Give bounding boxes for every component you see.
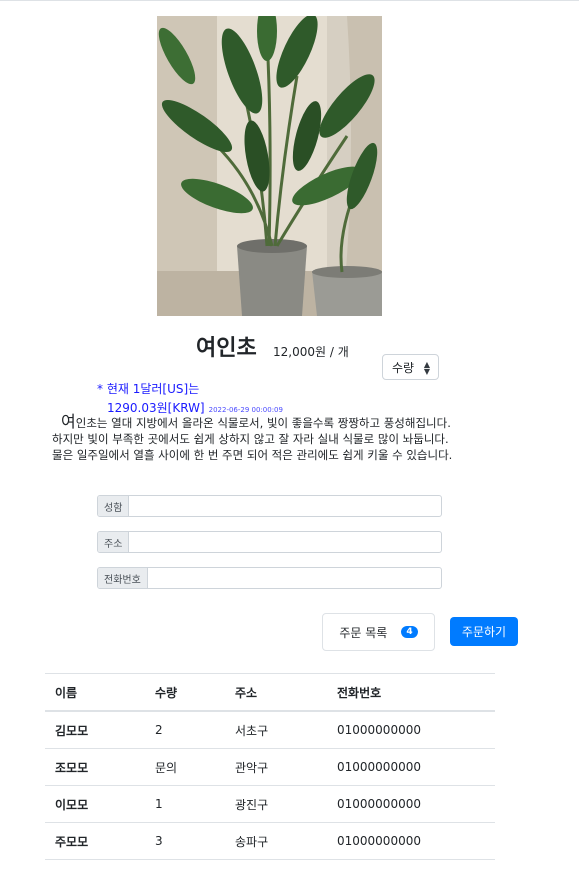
exchange-rate-label: * 현재 1달러[US]는 (97, 382, 200, 396)
cell-quantity: 1 (145, 785, 225, 823)
phone-field: 전화번호 (97, 567, 442, 589)
description-drop-cap: 여 (61, 412, 76, 431)
header-phone: 전화번호 (327, 673, 495, 712)
header-address: 주소 (225, 673, 327, 712)
product-name: 여인초 (196, 336, 257, 361)
cell-address: 서초구 (225, 711, 327, 749)
table-row: 주모모 3 송파구 01000000000 (45, 822, 495, 860)
select-arrows-icon: ▲ ▼ (423, 360, 430, 376)
address-label: 주소 (98, 532, 130, 552)
cell-name: 김모모 (45, 711, 145, 749)
cell-quantity: 3 (145, 822, 225, 860)
order-list-label: 주문 목록 (339, 625, 388, 640)
name-label: 성함 (98, 496, 130, 516)
cell-name: 조모모 (45, 748, 145, 786)
description-line-3: 물은 일주일에서 열흘 사이에 한 번 주면 되어 적은 관리에도 쉽게 키울 … (52, 448, 453, 462)
name-field: 성함 (97, 495, 442, 517)
cell-address: 송파구 (225, 822, 327, 860)
product-price: 12,000원 / 개 (273, 345, 349, 359)
quantity-select-label: 수량 (392, 360, 415, 375)
quantity-select[interactable]: 수량 ▲ ▼ (382, 354, 439, 380)
exchange-rate-date: 2022-06-29 00:00:09 (208, 406, 283, 414)
description-line-2: 하지만 빛이 부족한 곳에서도 쉽게 상하지 않고 잘 자라 실내 식물로 많이… (52, 432, 449, 446)
cell-phone: 01000000000 (327, 822, 495, 860)
place-order-button[interactable]: 주문하기 (450, 617, 518, 646)
top-divider (0, 0, 579, 1)
address-input[interactable] (129, 532, 441, 552)
table-header-row: 이름 수량 주소 전화번호 (45, 673, 495, 712)
cell-name: 주모모 (45, 822, 145, 860)
table-row: 조모모 문의 관악구 01000000000 (45, 748, 495, 786)
cell-address: 광진구 (225, 785, 327, 823)
header-quantity: 수량 (145, 673, 225, 712)
table-row: 김모모 2 서초구 01000000000 (45, 711, 495, 749)
cell-phone: 01000000000 (327, 785, 495, 823)
description-line-1: 인초는 열대 지방에서 올라온 식물로서, 빛이 좋을수록 짱짱하고 풍성해집니… (75, 416, 451, 430)
exchange-rate-amount: 1290.03원[KRW] (107, 401, 205, 415)
cell-quantity: 2 (145, 711, 225, 749)
order-count-badge: 4 (401, 626, 418, 638)
product-photo (157, 16, 382, 316)
name-input[interactable] (129, 496, 441, 516)
order-list-button[interactable]: 주문 목록 4 (322, 613, 435, 651)
cell-address: 관악구 (225, 748, 327, 786)
phone-label: 전화번호 (98, 568, 148, 588)
address-field: 주소 (97, 531, 442, 553)
cell-phone: 01000000000 (327, 711, 495, 749)
table-row: 이모모 1 광진구 01000000000 (45, 785, 495, 823)
orders-table: 이름 수량 주소 전화번호 김모모 2 서초구 01000000000 조모모 … (45, 673, 495, 860)
product-description: 여인초는 열대 지방에서 올라온 식물로서, 빛이 좋을수록 짱짱하고 풍성해집… (52, 414, 502, 463)
phone-input[interactable] (147, 568, 441, 588)
cell-phone: 01000000000 (327, 748, 495, 786)
cell-quantity: 문의 (145, 748, 225, 786)
header-name: 이름 (45, 673, 145, 712)
cell-name: 이모모 (45, 785, 145, 823)
